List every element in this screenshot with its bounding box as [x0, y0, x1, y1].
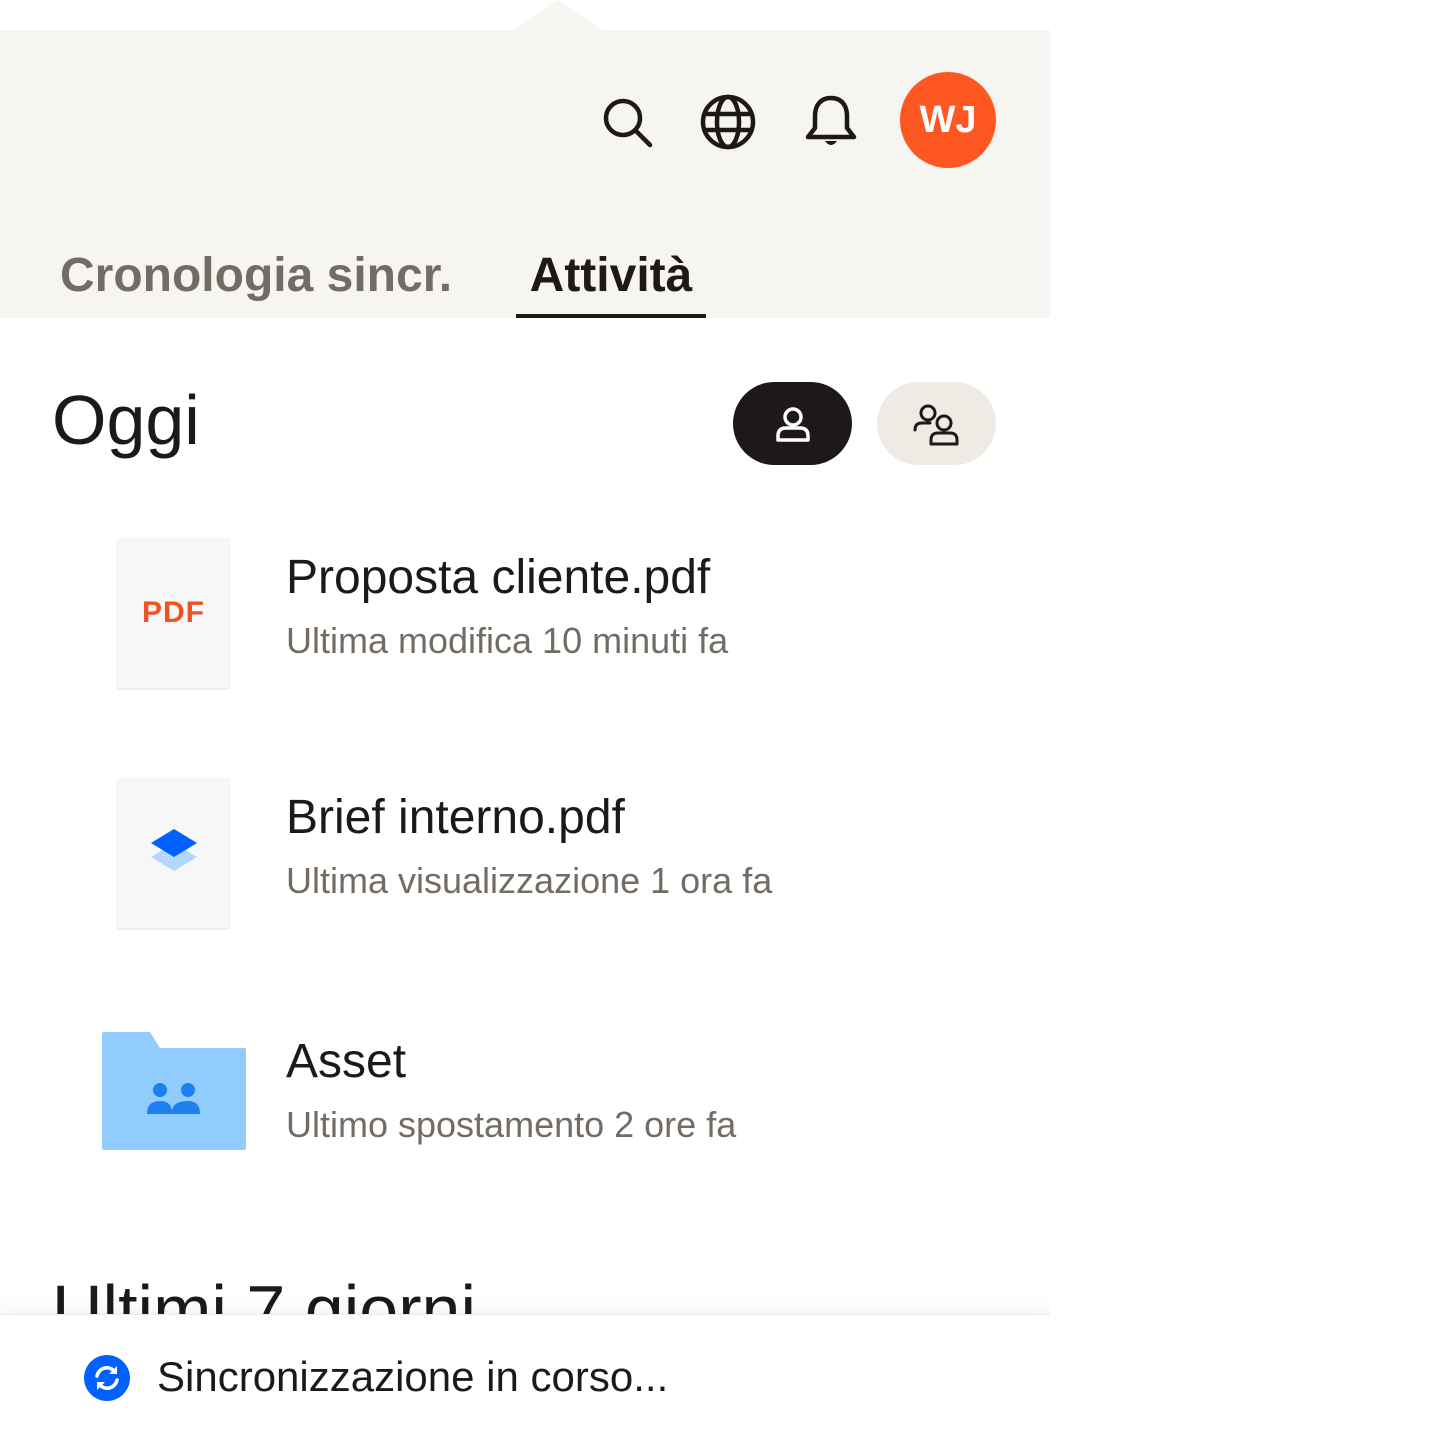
list-item[interactable]: PDF Proposta cliente.pdf Ultima modifica… — [90, 538, 990, 708]
tab-activity[interactable]: Attività — [516, 232, 706, 318]
dropbox-logo-icon — [150, 829, 197, 871]
sync-status-text: Sincronizzazione in corso... — [157, 1353, 669, 1400]
item-subtitle: Ultima modifica 10 minuti fa — [286, 620, 729, 661]
filter-shared-activity-button[interactable] — [877, 382, 996, 465]
list-item[interactable]: Asset Ultimo spostamento 2 ore fa — [90, 1022, 990, 1192]
sync-icon — [84, 1355, 130, 1401]
panel-header: WJ Cronologia sincr. Attività — [0, 30, 1050, 318]
notifications-button[interactable] — [801, 92, 861, 152]
item-subtitle: Ultimo spostamento 2 ore fa — [286, 1104, 737, 1145]
item-name: Brief interno.pdf — [286, 791, 625, 844]
person-icon — [775, 406, 810, 442]
dropbox-file-thumbnail — [118, 778, 229, 928]
pdf-file-thumbnail: PDF — [118, 538, 229, 688]
popover-caret — [513, 0, 603, 31]
language-button[interactable] — [698, 92, 758, 152]
activity-panel: WJ Cronologia sincr. Attività Oggi PDF P… — [0, 0, 1050, 1440]
section-title-today: Oggi — [52, 381, 200, 459]
active-tab-indicator — [516, 314, 706, 318]
search-icon — [603, 98, 653, 148]
search-button[interactable] — [597, 92, 657, 152]
item-name: Asset — [286, 1035, 407, 1088]
list-item[interactable]: Brief interno.pdf Ultima visualizzazione… — [90, 778, 990, 948]
item-subtitle: Ultima visualizzazione 1 ora fa — [286, 860, 773, 901]
people-icon — [913, 404, 958, 445]
avatar[interactable]: WJ — [900, 72, 996, 168]
item-name: Proposta cliente.pdf — [286, 551, 711, 604]
bell-icon — [805, 95, 857, 145]
pdf-label: PDF — [142, 596, 205, 629]
tab-sync-history[interactable]: Cronologia sincr. — [60, 232, 452, 318]
globe-icon — [700, 94, 756, 150]
filter-my-activity-button[interactable] — [733, 382, 852, 465]
sync-status-bar: Sincronizzazione in corso... — [0, 1314, 1050, 1440]
shared-folder-icon — [102, 1032, 246, 1150]
